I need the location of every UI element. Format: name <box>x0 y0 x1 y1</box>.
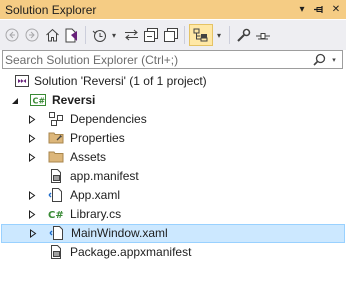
back-icon <box>5 28 19 42</box>
dependencies-icon <box>48 111 64 127</box>
svg-text:C#: C# <box>33 97 46 106</box>
preview-selected-items-dropdown[interactable]: ▾ <box>215 24 223 46</box>
window-title: Solution Explorer <box>5 2 97 17</box>
expanded-arrow-icon[interactable] <box>10 91 20 110</box>
settings-button[interactable] <box>254 24 272 46</box>
tree-item-properties[interactable]: Properties <box>0 129 346 148</box>
preview-selected-items-icon <box>193 28 208 42</box>
forward-button[interactable] <box>23 24 41 46</box>
switch-views-icon <box>65 28 77 42</box>
window-menu-button[interactable]: ▾ <box>295 2 309 18</box>
collapse-all-button[interactable] <box>142 24 160 46</box>
collapsed-arrow-icon[interactable] <box>27 205 37 224</box>
manifest-file-icon <box>48 244 64 260</box>
show-all-files-icon <box>164 28 178 42</box>
manifest-file-icon <box>48 168 64 184</box>
search-button[interactable] <box>309 53 329 66</box>
tree-item-label: Library.cs <box>70 207 122 221</box>
tree-item-project[interactable]: C# Reversi <box>0 91 346 110</box>
pending-changes-filter-dropdown[interactable]: ▾ <box>110 24 118 46</box>
pin-button[interactable] <box>312 2 326 18</box>
close-button[interactable]: ✕ <box>329 2 343 18</box>
tree-item-label: Assets <box>70 150 107 164</box>
preview-selected-items-button[interactable] <box>189 24 213 46</box>
title-bar: Solution Explorer ▾ ✕ <box>0 0 346 19</box>
home-button[interactable] <box>43 24 61 46</box>
properties-folder-icon <box>48 130 64 146</box>
tree-item-label: Solution 'Reversi' (1 of 1 project) <box>34 74 207 88</box>
tree-item-library-cs[interactable]: C# Library.cs <box>0 205 346 224</box>
search-box: ▾ <box>2 50 343 69</box>
collapse-all-icon <box>144 28 158 42</box>
collapsed-arrow-icon[interactable] <box>27 129 37 148</box>
collapsed-arrow-icon[interactable] <box>27 186 37 205</box>
toolbar-separator <box>85 26 86 44</box>
collapsed-arrow-icon[interactable] <box>27 148 37 167</box>
tree-item-solution[interactable]: Solution 'Reversi' (1 of 1 project) <box>0 72 346 91</box>
xaml-file-icon <box>49 225 65 241</box>
search-icon <box>312 53 325 66</box>
tree-item-app-manifest[interactable]: app.manifest <box>0 167 346 186</box>
pending-changes-filter-icon <box>92 29 106 42</box>
toolbar: ▾ ▾ <box>0 20 346 50</box>
sync-with-active-document-icon <box>124 29 138 41</box>
csharp-file-icon: C# <box>48 206 64 222</box>
properties-button[interactable] <box>234 24 252 46</box>
pending-changes-filter-button[interactable] <box>90 24 108 46</box>
tree-item-app-xaml[interactable]: App.xaml <box>0 186 346 205</box>
folder-icon <box>48 149 64 165</box>
properties-icon <box>236 28 250 42</box>
search-options-dropdown[interactable]: ▾ <box>329 56 339 64</box>
collapsed-arrow-icon[interactable] <box>28 224 38 243</box>
sync-with-active-document-button[interactable] <box>122 24 140 46</box>
forward-icon <box>25 28 39 42</box>
solution-icon <box>14 73 30 89</box>
tree-item-dependencies[interactable]: Dependencies <box>0 110 346 129</box>
tree-item-label: Dependencies <box>70 112 147 126</box>
tree-item-label: App.xaml <box>70 188 121 202</box>
toolbar-separator <box>184 26 185 44</box>
pin-icon <box>313 6 323 13</box>
tree-item-label: app.manifest <box>70 169 139 183</box>
tree-item-label: MainWindow.xaml <box>71 226 168 240</box>
svg-text:C#: C# <box>48 210 64 221</box>
back-button[interactable] <box>3 24 21 46</box>
switch-views-button[interactable] <box>63 24 81 46</box>
toolbar-separator <box>229 26 230 44</box>
collapsed-arrow-icon[interactable] <box>27 110 37 129</box>
home-icon <box>45 28 59 42</box>
settings-icon <box>256 33 270 40</box>
csharp-project-icon: C# <box>30 92 46 108</box>
tree-item-label: Reversi <box>52 93 96 107</box>
tree-item-package-appxmanifest[interactable]: Package.appxmanifest <box>0 243 346 262</box>
tree-item-mainwindow-xaml[interactable]: MainWindow.xaml <box>1 224 345 243</box>
tree-item-label: Properties <box>70 131 125 145</box>
xaml-file-icon <box>48 187 64 203</box>
search-input[interactable] <box>3 52 309 67</box>
tree-item-assets[interactable]: Assets <box>0 148 346 167</box>
show-all-files-button[interactable] <box>162 24 180 46</box>
tree-item-label: Package.appxmanifest <box>70 245 192 259</box>
